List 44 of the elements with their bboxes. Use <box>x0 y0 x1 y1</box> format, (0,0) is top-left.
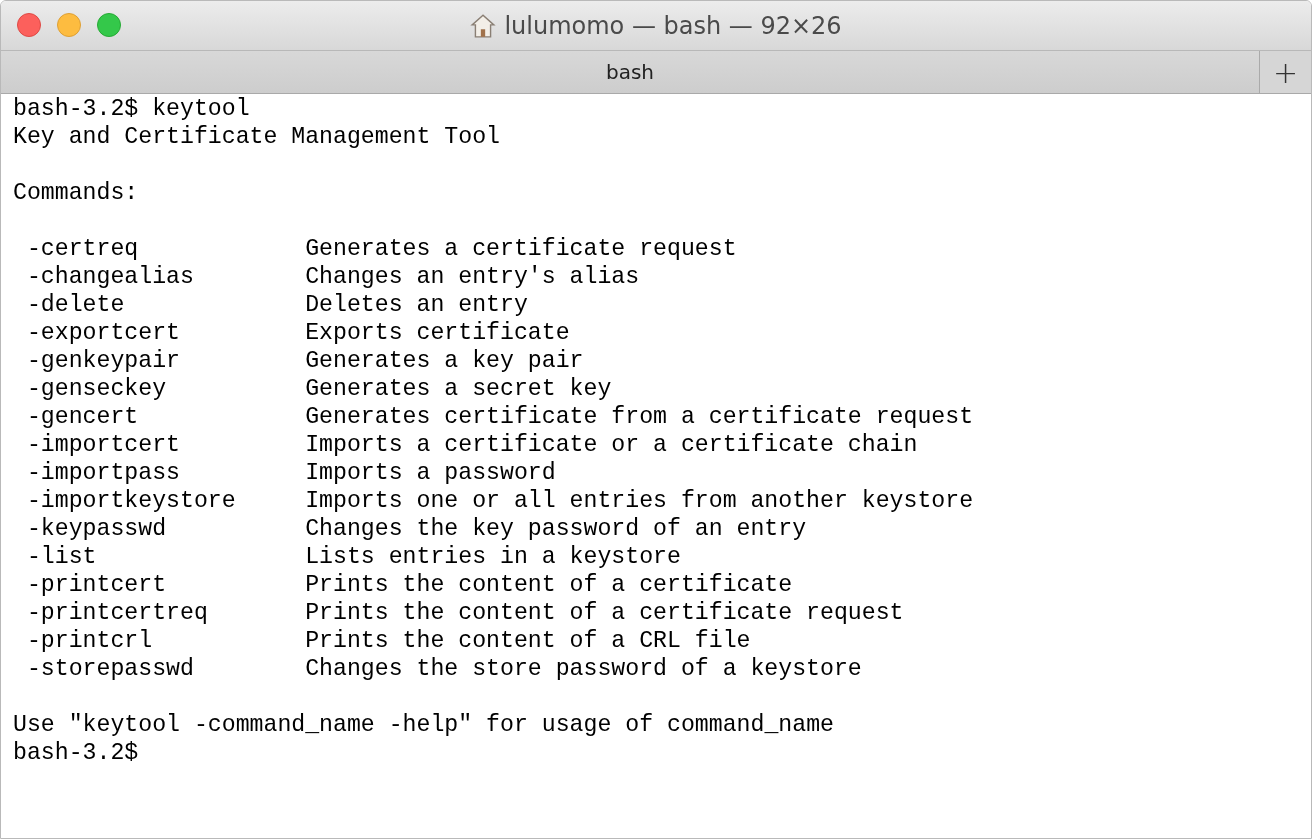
command-description: Changes the key password of an entry <box>305 515 807 543</box>
command-name: -changealias <box>26 263 195 291</box>
command-name: -exportcert <box>26 319 181 347</box>
command-description: Exports certificate <box>305 319 570 347</box>
command-name: -certreq <box>26 235 140 263</box>
command-name: -delete <box>26 291 126 319</box>
command-name: -storepasswd <box>26 655 195 683</box>
command-name: -genkeypair <box>26 347 181 375</box>
command-description: Prints the content of a CRL file <box>305 627 751 655</box>
command-description: Deletes an entry <box>305 291 528 319</box>
close-button[interactable] <box>17 13 41 37</box>
command-name: -keypasswd <box>26 515 168 543</box>
command-name: -printcert <box>26 571 168 599</box>
command-prompt-line: bash-3.2$ keytool <box>13 95 250 123</box>
command-name: -importcert <box>26 431 181 459</box>
zoom-button[interactable] <box>97 13 121 37</box>
command-description: Imports a certificate or a certificate chain <box>305 431 918 459</box>
tab[interactable]: bash <box>1 51 1259 93</box>
command-description: Generates a key pair <box>305 347 584 375</box>
command-prompt: bash-3.2$ <box>13 739 139 767</box>
house-icon <box>470 12 497 39</box>
command-name: -printcrl <box>26 627 154 655</box>
new-tab-button[interactable]: + <box>1259 51 1311 93</box>
command-description: Generates a certificate request <box>305 235 737 263</box>
command-name: -printcertreq <box>26 599 209 627</box>
minimize-button[interactable] <box>57 13 81 37</box>
command-name: -importkeystore <box>26 487 237 515</box>
command-description: Imports a password <box>305 459 556 487</box>
command-name: -gencert <box>26 403 140 431</box>
command-name: -genseckey <box>26 375 168 403</box>
output-heading: Key and Certificate Management Tool <box>13 123 501 151</box>
command-description: Generates certificate from a certificate request <box>305 403 974 431</box>
window-title: lulumomo — bash — 92×26 <box>504 11 842 40</box>
command-description: Changes the store password of a keystore <box>305 655 862 683</box>
command-description: Imports one or all entries from another keystore <box>305 487 974 515</box>
commands-label: Commands: <box>13 179 139 207</box>
command-name: -importpass <box>26 459 181 487</box>
command-name: -list <box>26 543 98 571</box>
command-description: Prints the content of a certificate request <box>305 599 904 627</box>
command-description: Generates a secret key <box>305 375 612 403</box>
command-description: Prints the content of a certificate <box>305 571 793 599</box>
command-description: Changes an entry's alias <box>305 263 640 291</box>
usage-hint: Use "keytool -command_name -help" for usage of command_name <box>13 711 834 739</box>
command-description: Lists entries in a keystore <box>305 543 681 571</box>
